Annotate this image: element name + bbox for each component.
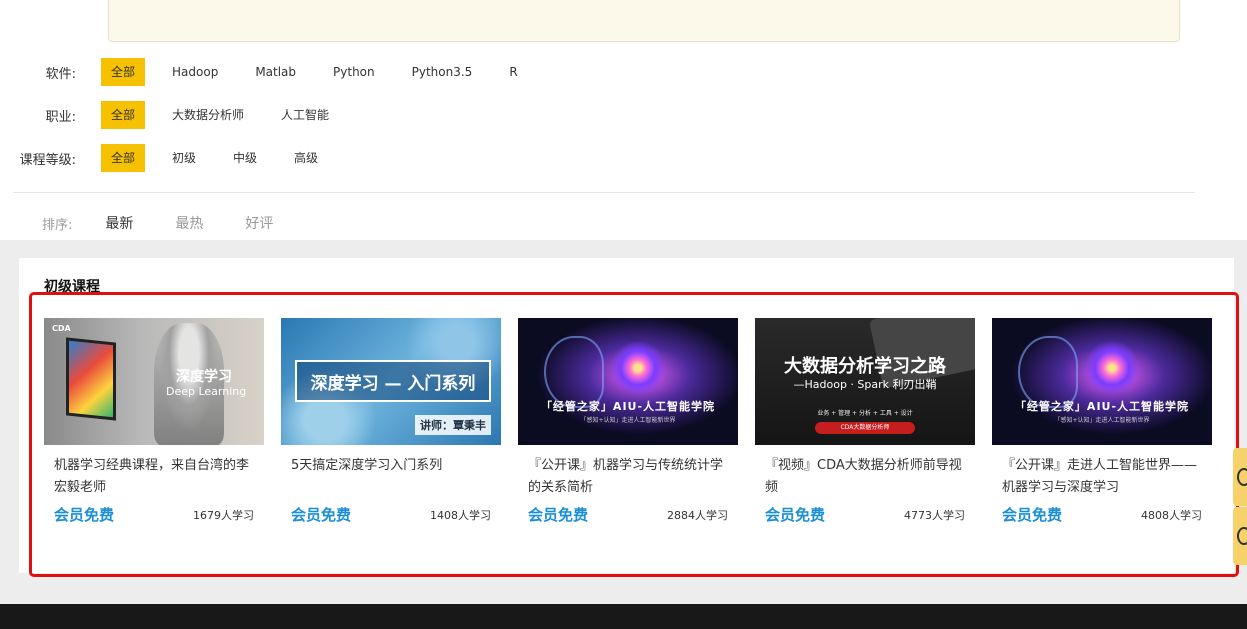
course-thumbnail[interactable]: 「经管之家」AIU-人工智能学院 「感知+认知」走进人工智能新世界 <box>992 318 1212 445</box>
thumbnail-subtitle: —Hadoop · Spark 利刃出鞘 <box>793 378 937 391</box>
filter-label-software: 软件: <box>45 66 76 82</box>
filter-level-beginner[interactable]: 初级 <box>162 144 206 172</box>
sort-newest[interactable]: 最新 <box>105 213 133 233</box>
course-price: 会员免费 <box>54 506 115 524</box>
course-price: 会员免费 <box>528 506 589 524</box>
thumbnail-subtitle: 「感知+认知」走进人工智能新世界 <box>580 417 676 424</box>
course-card[interactable]: CDA 深度学习 Deep Learning 机器学习经典课程，来自台湾的李宏毅… <box>44 318 264 525</box>
filter-row-career: 职业: 全部 大数据分析师 人工智能 <box>0 101 356 129</box>
course-footer: 会员免费 1408人学习 <box>281 504 501 525</box>
filter-label-career: 职业: <box>45 109 76 125</box>
course-learner-count: 1408人学习 <box>430 508 491 522</box>
thumbnail-title: 「经管之家」AIU-人工智能学院 <box>1014 400 1190 413</box>
course-card[interactable]: 大数据分析学习之路 —Hadoop · Spark 利刃出鞘 业务 + 管理 +… <box>755 318 975 525</box>
course-learner-count: 2884人学习 <box>667 508 728 522</box>
course-title[interactable]: 『公开课』走进人工智能世界——机器学习与深度学习 <box>992 455 1212 499</box>
monitor-graphic <box>66 337 116 421</box>
filter-software-hadoop[interactable]: Hadoop <box>162 58 228 86</box>
filter-row-software: 软件: 全部 Hadoop Matlab Python Python3.5 R <box>0 58 545 86</box>
course-price: 会员免费 <box>1002 506 1063 524</box>
course-thumbnail[interactable]: 大数据分析学习之路 —Hadoop · Spark 利刃出鞘 业务 + 管理 +… <box>755 318 975 445</box>
thumbnail-title: 「经管之家」AIU-人工智能学院 <box>540 400 716 413</box>
filter-level-advanced[interactable]: 高级 <box>284 144 328 172</box>
course-thumbnail[interactable]: CDA 深度学习 Deep Learning <box>44 318 264 445</box>
filter-software-all[interactable]: 全部 <box>101 58 146 86</box>
light-burst-graphic <box>1082 338 1142 398</box>
course-price: 会员免费 <box>291 506 352 524</box>
footer-bar <box>0 604 1247 629</box>
course-footer: 会员免费 4808人学习 <box>992 504 1212 525</box>
side-float-tab[interactable] <box>1233 448 1247 506</box>
thumbnail-subtitle: 「感知+认知」走进人工智能新世界 <box>1054 417 1150 424</box>
course-title[interactable]: 『视频』CDA大数据分析师前导视频 <box>755 455 975 499</box>
course-thumbnail[interactable]: 「经管之家」AIU-人工智能学院 「感知+认知」走进人工智能新世界 <box>518 318 738 445</box>
thumbnail-title: 深度学习 — 入门系列 <box>295 360 491 402</box>
filter-divider <box>13 192 1195 193</box>
course-card[interactable]: 深度学习 — 入门系列 讲师：覃秉丰 5天搞定深度学习入门系列 会员免费 140… <box>281 318 501 525</box>
course-card[interactable]: 「经管之家」AIU-人工智能学院 「感知+认知」走进人工智能新世界 『公开课』机… <box>518 318 738 525</box>
course-price: 会员免费 <box>765 506 826 524</box>
top-banner <box>108 0 1180 42</box>
thumbnail-badge: CDA大数据分析师 <box>815 422 915 434</box>
filter-software-r[interactable]: R <box>499 58 527 86</box>
filter-row-level: 课程等级: 全部 初级 中级 高级 <box>0 144 345 172</box>
filter-career-ai[interactable]: 人工智能 <box>271 101 339 129</box>
thumbnail-tagline: 业务 + 管理 + 分析 + 工具 + 设计 <box>817 410 913 417</box>
thumbnail-title: 深度学习 <box>176 369 232 385</box>
filter-level-all[interactable]: 全部 <box>101 144 146 172</box>
sort-best-rated[interactable]: 好评 <box>245 213 273 233</box>
course-card[interactable]: 「经管之家」AIU-人工智能学院 「感知+认知」走进人工智能新世界 『公开课』走… <box>992 318 1212 525</box>
thumbnail-lecturer: 讲师：覃秉丰 <box>415 415 491 435</box>
filter-level-intermediate[interactable]: 中级 <box>223 144 267 172</box>
sort-row: 排序: 最新 最热 好评 <box>42 213 315 233</box>
course-thumbnail[interactable]: 深度学习 — 入门系列 讲师：覃秉丰 <box>281 318 501 445</box>
course-learner-count: 4773人学习 <box>904 508 965 522</box>
filter-software-matlab[interactable]: Matlab <box>245 58 306 86</box>
sort-hottest[interactable]: 最热 <box>175 213 203 233</box>
filter-career-big-data-analyst[interactable]: 大数据分析师 <box>162 101 254 129</box>
light-burst-graphic <box>608 338 668 398</box>
thumbnail-title: 大数据分析学习之路 <box>784 356 946 377</box>
course-learner-count: 4808人学习 <box>1141 508 1202 522</box>
side-float-tab[interactable] <box>1233 507 1247 565</box>
sort-label: 排序: <box>42 217 73 233</box>
filter-career-all[interactable]: 全部 <box>101 101 146 129</box>
course-title[interactable]: 5天搞定深度学习入门系列 <box>281 455 501 499</box>
filter-software-python[interactable]: Python <box>323 58 385 86</box>
course-footer: 会员免费 2884人学习 <box>518 504 738 525</box>
filter-software-python35[interactable]: Python3.5 <box>402 58 483 86</box>
course-title[interactable]: 机器学习经典课程，来自台湾的李宏毅老师 <box>44 455 264 499</box>
course-title[interactable]: 『公开课』机器学习与传统统计学的关系简析 <box>518 455 738 499</box>
course-footer: 会员免费 1679人学习 <box>44 504 264 525</box>
cda-logo: CDA <box>52 324 71 333</box>
course-learner-count: 1679人学习 <box>193 508 254 522</box>
course-footer: 会员免费 4773人学习 <box>755 504 975 525</box>
section-title: 初级课程 <box>44 279 100 295</box>
filter-label-level: 课程等级: <box>19 152 76 168</box>
thumbnail-subtitle: Deep Learning <box>166 385 247 398</box>
